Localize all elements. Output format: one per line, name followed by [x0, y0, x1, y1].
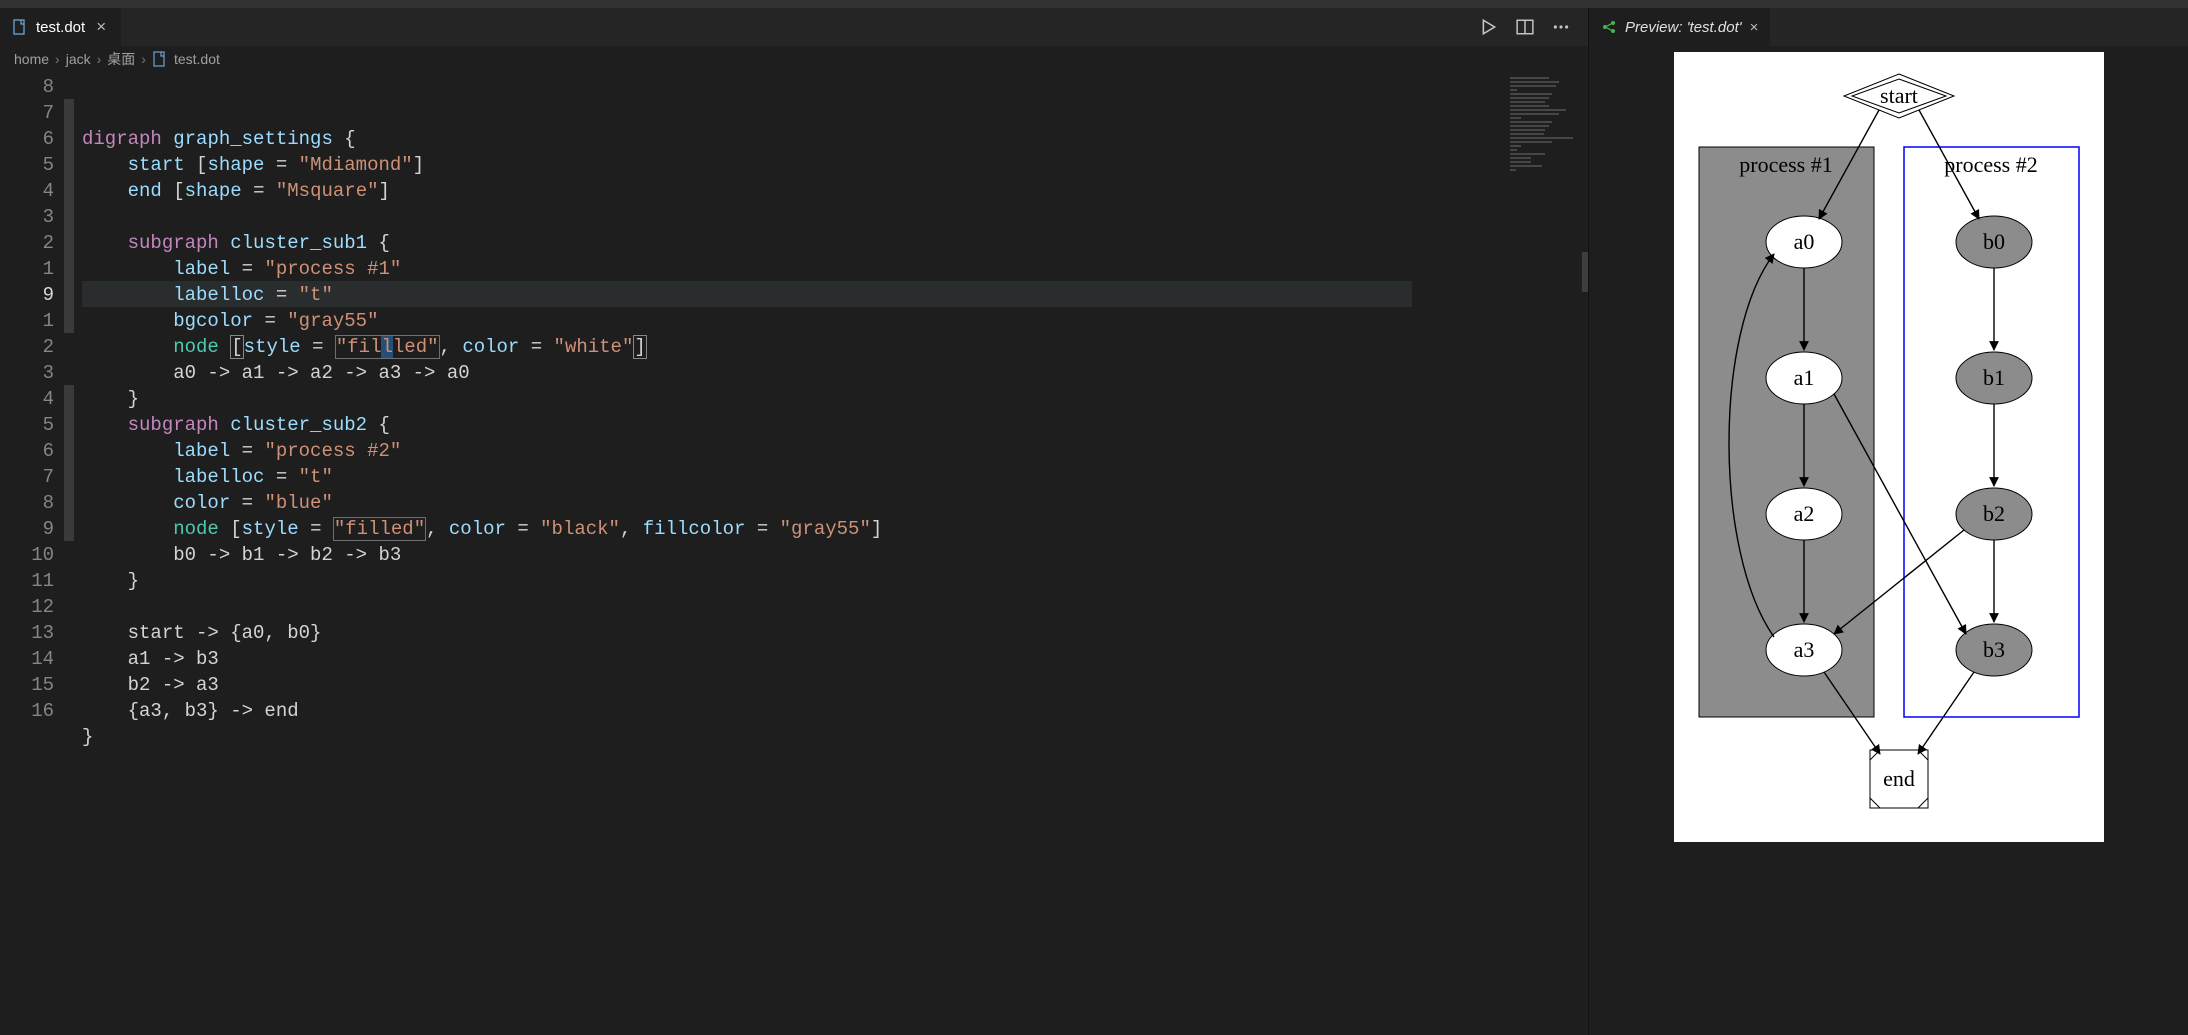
code-area[interactable]: digraph graph_settings { start [shape = … [82, 72, 1498, 1035]
close-icon[interactable]: × [93, 19, 109, 35]
svg-text:b3: b3 [1983, 637, 2005, 662]
svg-text:b1: b1 [1983, 365, 2005, 390]
file-icon [12, 19, 28, 35]
tab-label: test.dot [36, 19, 85, 36]
window-titlebar [0, 0, 2188, 8]
tab-test-dot[interactable]: test.dot × [0, 8, 121, 46]
svg-text:a3: a3 [1793, 637, 1814, 662]
breadcrumb-seg[interactable]: 桌面 [107, 49, 135, 69]
svg-text:b0: b0 [1983, 229, 2005, 254]
more-icon[interactable] [1552, 18, 1570, 36]
minimap[interactable] [1498, 72, 1588, 1035]
preview-pane: Preview: 'test.dot' × process #1 [1588, 8, 2188, 1035]
svg-text:end: end [1883, 766, 1915, 791]
chevron-right-icon: › [97, 51, 102, 67]
split-editor-icon[interactable] [1516, 18, 1534, 36]
breadcrumb-seg[interactable]: home [14, 51, 49, 67]
line-number-gutter: 87654321912345678910111213141516 [0, 72, 64, 1035]
fold-bar [64, 72, 82, 1035]
editor-group: test.dot × home › jack › 桌面 › test.dot [0, 8, 1588, 1035]
chevron-right-icon: › [55, 51, 60, 67]
svg-text:a2: a2 [1793, 501, 1814, 526]
share-icon [1601, 19, 1617, 35]
run-icon[interactable] [1480, 18, 1498, 36]
file-icon [152, 51, 168, 67]
editor-tabs: test.dot × [0, 8, 1588, 46]
svg-text:a0: a0 [1793, 229, 1814, 254]
breadcrumb-seg[interactable]: jack [66, 51, 91, 67]
preview-tab-label: Preview: 'test.dot' [1625, 19, 1742, 36]
close-icon[interactable]: × [1750, 19, 1759, 36]
graph-preview: process #1 process #2 start a0 a1 a2 [1674, 52, 2104, 842]
breadcrumbs[interactable]: home › jack › 桌面 › test.dot [0, 46, 1588, 72]
minimap-slider[interactable] [1582, 252, 1588, 292]
chevron-right-icon: › [141, 51, 146, 67]
svg-text:process #2: process #2 [1944, 152, 2037, 177]
tab-preview[interactable]: Preview: 'test.dot' × [1589, 8, 1770, 46]
svg-text:start: start [1880, 83, 1918, 108]
svg-text:a1: a1 [1793, 365, 1814, 390]
svg-text:process #1: process #1 [1739, 152, 1832, 177]
code-editor[interactable]: 87654321912345678910111213141516 digraph… [0, 72, 1588, 1035]
svg-text:b2: b2 [1983, 501, 2005, 526]
breadcrumb-file[interactable]: test.dot [174, 51, 220, 67]
